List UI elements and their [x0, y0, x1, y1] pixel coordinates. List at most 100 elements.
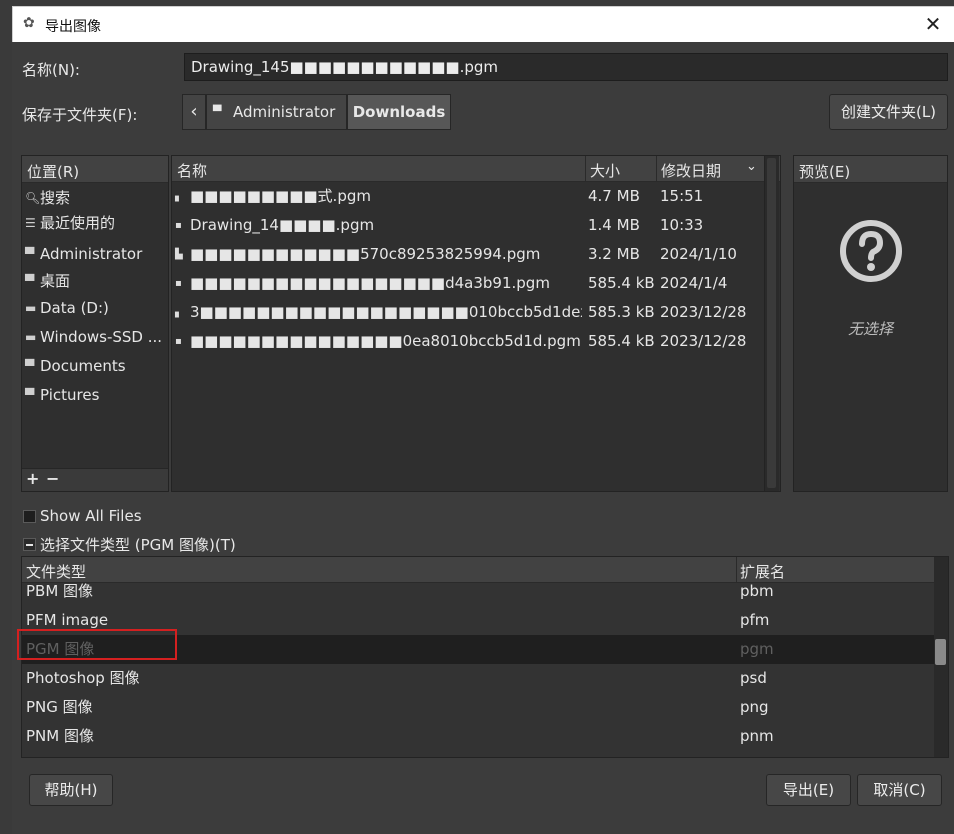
preview-none-text: 无选择: [847, 320, 893, 338]
folder-icon: ▀: [25, 274, 35, 288]
table-row[interactable]: PNG 图像 png: [22, 693, 934, 722]
minus-icon: [26, 544, 33, 546]
remove-place-button[interactable]: −: [46, 469, 59, 488]
file-date: 2023/12/28: [660, 303, 747, 321]
file-size: 1.4 MB: [588, 216, 640, 234]
file-type-name: PNG 图像: [26, 698, 93, 716]
cancel-button[interactable]: 取消(C): [857, 774, 942, 806]
file-row[interactable]: ▪ ■■■■■■■■■■■■■■■0ea8010bccb5d1d.pgm 585…: [172, 327, 764, 356]
file-name: 3■■■■■■■■■■■■■■■■■■■010bccb5d1dexpanded.…: [190, 303, 582, 321]
save-in-label: 保存于文件夹(F):: [22, 106, 138, 124]
file-name: ■■■■■■■■■■■■■■■■■■d4a3b91.pgm: [190, 274, 550, 292]
breadcrumb-back-button[interactable]: ‹: [182, 94, 206, 130]
sidebar-item-recent[interactable]: ☰ 最近使用的: [22, 210, 168, 237]
breadcrumb-label: Administrator: [233, 103, 336, 121]
column-divider: [585, 156, 586, 182]
places-header: 位置(R): [22, 156, 168, 183]
export-button[interactable]: 导出(E): [766, 774, 851, 806]
chevron-down-icon[interactable]: ⌄: [746, 159, 757, 174]
file-icon: ▪: [175, 336, 182, 347]
file-list-scrollbar[interactable]: [764, 156, 779, 491]
file-date: 2024/1/10: [660, 245, 737, 263]
column-name-header[interactable]: 名称: [177, 160, 207, 181]
create-folder-button[interactable]: 创建文件夹(L): [829, 94, 948, 130]
table-row[interactable]: Photoshop 图像 psd: [22, 664, 934, 693]
file-name: ■■■■■■■■■■■■■■■0ea8010bccb5d1d.pgm: [190, 332, 581, 350]
preview-header-label: 预览(E): [799, 163, 851, 181]
file-date: 2023/12/28: [660, 332, 747, 350]
table-row[interactable]: PBM 图像 pbm: [22, 577, 934, 606]
file-size: 585.4 kB: [588, 274, 655, 292]
sidebar-item-desktop[interactable]: ▀ 桌面: [22, 268, 168, 295]
file-row[interactable]: ▙ ■■■■■■■■■■■■570c89253825994.pgm 3.2 MB…: [172, 240, 764, 269]
file-icon: ▪: [175, 278, 182, 289]
scrollbar-track: [767, 158, 776, 488]
sidebar-item-label: 搜索: [40, 189, 71, 207]
file-icon: ▪: [175, 220, 182, 231]
file-icon: ▙: [175, 249, 183, 260]
sidebar-item-documents[interactable]: ▀ Documents: [22, 353, 168, 380]
breadcrumb-label: Downloads: [352, 103, 446, 121]
file-row[interactable]: ▖ ■■■■■■■■■式.pgm 4.7 MB 15:51: [172, 182, 764, 211]
file-list-header: 名称 大小 修改日期 ⌄: [172, 156, 780, 182]
file-name: Drawing_14■■■■.pgm: [190, 216, 375, 234]
window-title: 导出图像: [45, 19, 101, 35]
sidebar-item-administrator[interactable]: ▀ Administrator: [22, 241, 168, 268]
sidebar-item-data-drive[interactable]: ▬ Data (D:): [22, 295, 168, 322]
drive-icon: ▬: [25, 301, 37, 315]
title-bar: ✿ 导出图像 ✕: [12, 6, 954, 42]
highlight-box: [17, 629, 177, 660]
places-toolbar: + −: [22, 468, 168, 491]
file-row[interactable]: ▪ ■■■■■■■■■■■■■■■■■■d4a3b91.pgm 585.4 kB…: [172, 269, 764, 298]
chevron-left-icon: ‹: [190, 101, 198, 122]
sidebar-item-search[interactable]: 🔍︎ 搜索: [22, 185, 168, 212]
sidebar-item-label: Pictures: [40, 386, 100, 404]
folder-icon: ▀: [25, 388, 35, 402]
breadcrumb-item-downloads[interactable]: Downloads: [347, 94, 451, 130]
export-dialog: 名称(N): Drawing_145■■■■■■■■■■■■.pgm 保存于文件…: [12, 42, 954, 834]
show-all-files-checkbox[interactable]: [23, 510, 36, 523]
question-mark-icon: [840, 220, 902, 282]
sidebar-item-label: 最近使用的: [40, 214, 116, 232]
folder-icon: ▀: [25, 359, 35, 373]
places-panel: 位置(R) 🔍︎ 搜索 ☰ 最近使用的 ▀ Administrator ▀ 桌面 ▬ Da…: [21, 155, 169, 492]
column-date-header[interactable]: 修改日期: [661, 160, 721, 181]
file-type-name: Photoshop 图像: [26, 669, 140, 687]
preview-panel: 预览(E) 无选择: [793, 155, 948, 492]
column-size-header[interactable]: 大小: [590, 160, 620, 181]
file-date: 15:51: [660, 187, 704, 205]
table-row[interactable]: PNM 图像 pnm: [22, 722, 934, 751]
file-row[interactable]: ▪ Drawing_14■■■■.pgm 1.4 MB 10:33: [172, 211, 764, 240]
file-type-expander[interactable]: [23, 538, 36, 551]
file-type-ext: pgm: [740, 640, 774, 658]
help-button[interactable]: 帮助(H): [29, 774, 113, 806]
app-icon: ✿: [23, 15, 35, 31]
file-date: 2024/1/4: [660, 274, 728, 292]
file-size: 3.2 MB: [588, 245, 640, 263]
file-type-toggle-label: 选择文件类型 (PGM 图像)(T): [40, 536, 236, 554]
breadcrumb-item-administrator[interactable]: ▀ Administrator: [206, 94, 347, 130]
scrollbar-thumb[interactable]: [935, 639, 946, 665]
recent-icon: ☰: [25, 216, 36, 230]
sidebar-item-label: Documents: [40, 357, 126, 375]
file-type-ext: png: [740, 698, 769, 716]
image-file-icon: ▖: [175, 191, 183, 202]
preview-header: 预览(E): [794, 156, 947, 183]
file-size: 585.3 kB: [588, 303, 655, 321]
add-place-button[interactable]: +: [26, 469, 39, 488]
filename-field[interactable]: Drawing_145■■■■■■■■■■■■.pgm: [184, 53, 948, 81]
sidebar-item-label: Windows-SSD ...: [40, 328, 163, 346]
file-type-ext: pnm: [740, 727, 774, 745]
sidebar-item-pictures[interactable]: ▀ Pictures: [22, 382, 168, 409]
file-list-panel: 名称 大小 修改日期 ⌄ ▖ ■■■■■■■■■式.pgm 4.7 MB 15:…: [171, 155, 781, 492]
file-type-ext: pbm: [740, 582, 774, 600]
folder-icon: ▀: [25, 247, 35, 261]
file-row[interactable]: ▖ 3■■■■■■■■■■■■■■■■■■■010bccb5d1dexpande…: [172, 298, 764, 327]
file-type-name: PBM 图像: [26, 582, 94, 600]
file-date: 10:33: [660, 216, 704, 234]
folder-icon: ▀: [213, 105, 222, 118]
file-type-name: PNM 图像: [26, 727, 94, 745]
sidebar-item-windows-ssd[interactable]: ▬ Windows-SSD ...: [22, 324, 168, 351]
file-type-scrollbar[interactable]: [934, 557, 948, 757]
close-icon[interactable]: ✕: [920, 11, 946, 37]
